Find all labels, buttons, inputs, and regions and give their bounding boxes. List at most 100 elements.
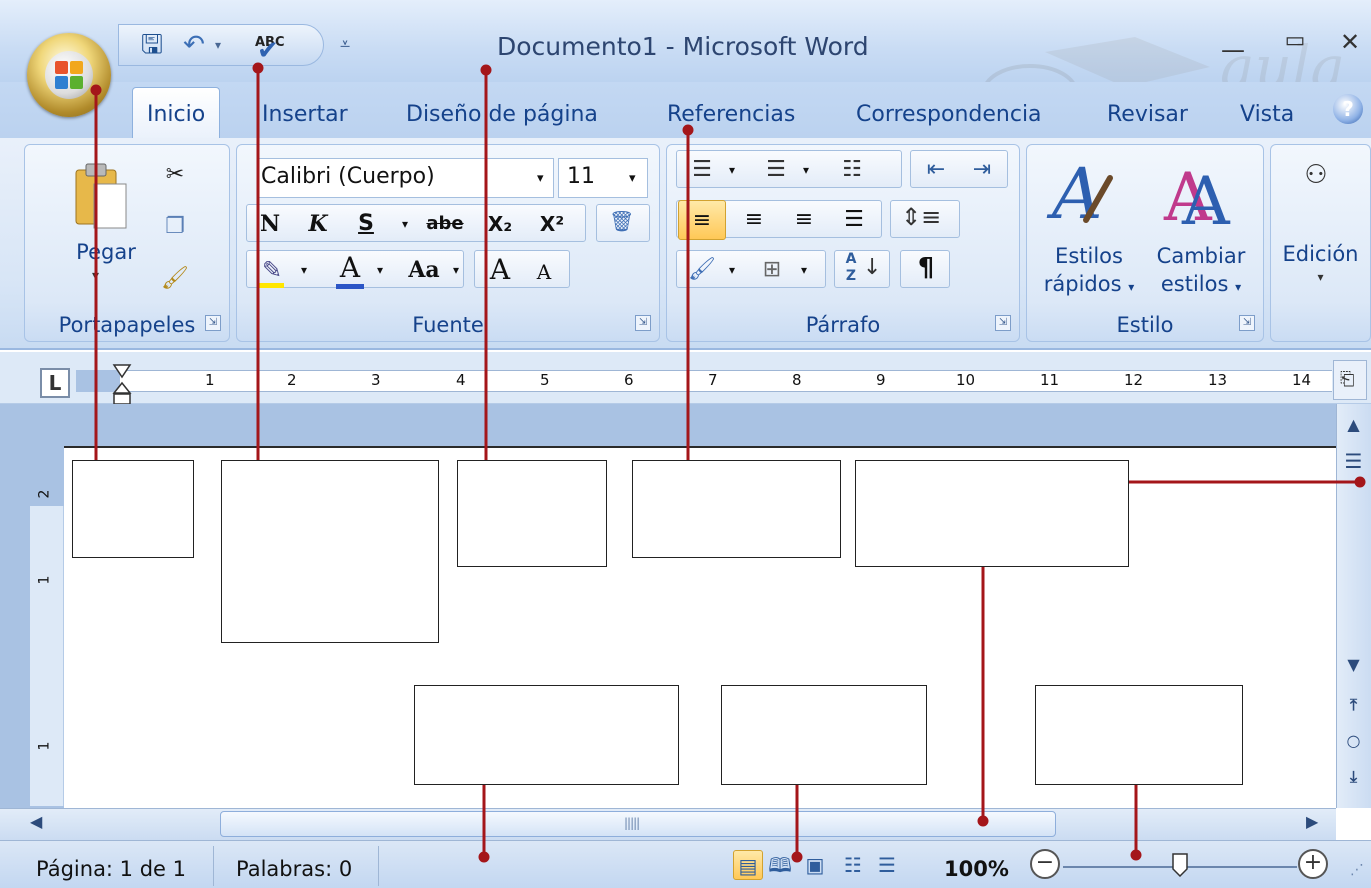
font-name-select[interactable]: Calibri (Cuerpo) ▾: [258, 158, 554, 198]
maximize-button[interactable]: ▭: [1280, 28, 1310, 53]
align-left-icon[interactable]: ≡: [678, 200, 726, 240]
print-layout-icon[interactable]: ▤: [733, 850, 763, 880]
tab-revisar[interactable]: Revisar: [1107, 102, 1188, 127]
format-painter-icon[interactable]: 🖌: [160, 266, 190, 291]
browse-object-icon[interactable]: ○: [1337, 726, 1370, 756]
status-page[interactable]: Página: 1 de 1: [36, 857, 186, 881]
paste-button[interactable]: [66, 156, 136, 236]
font-color-button[interactable]: A: [330, 248, 370, 289]
ruler-view-icon[interactable]: ☰: [1337, 446, 1370, 476]
customize-toolbar-icon[interactable]: ⩡: [340, 34, 350, 55]
increase-indent-icon[interactable]: ⇥: [960, 150, 1004, 190]
tab-insertar[interactable]: Insertar: [262, 102, 348, 127]
borders-icon[interactable]: ⊞: [750, 250, 794, 290]
zoom-in-icon[interactable]: +: [1298, 849, 1328, 879]
bullets-icon[interactable]: ☰: [680, 150, 724, 190]
tab-correspondencia[interactable]: Correspondencia: [856, 102, 1042, 127]
scroll-left-icon[interactable]: ◀: [30, 812, 42, 831]
find-binoculars-icon[interactable]: ⚇: [1296, 160, 1336, 190]
underline-button[interactable]: S: [346, 204, 386, 244]
tab-diseno-pagina[interactable]: Diseño de página: [406, 102, 598, 127]
paste-dropdown-icon[interactable]: ▾: [92, 268, 99, 284]
shading-dropdown-icon[interactable]: ▾: [724, 250, 740, 290]
clear-format-button[interactable]: 🗑: [596, 204, 650, 242]
styles-launcher-icon[interactable]: ⇲: [1239, 315, 1255, 331]
change-styles-label: Cambiar estilos ▾: [1148, 242, 1254, 301]
strikethrough-button[interactable]: abe: [420, 204, 470, 244]
font-color-dropdown-icon[interactable]: ▾: [372, 250, 388, 290]
scroll-up-icon[interactable]: ▲: [1337, 410, 1370, 440]
scroll-right-icon[interactable]: ▶: [1306, 812, 1318, 831]
title-bar: aula Clic 🖫 ↶ ▾ ABC ✔ ⩡ Documento1 - Mic…: [0, 0, 1371, 162]
line-spacing-button[interactable]: ⇕≡: [890, 200, 960, 238]
tab-inicio[interactable]: Inicio: [132, 87, 221, 139]
paragraph-launcher-icon[interactable]: ⇲: [995, 315, 1011, 331]
borders-dropdown-icon[interactable]: ▾: [796, 250, 812, 290]
underline-dropdown-icon[interactable]: ▾: [396, 204, 414, 244]
bullets-dropdown-icon[interactable]: ▾: [724, 150, 740, 190]
spelling-icon[interactable]: ABC ✔: [249, 30, 293, 66]
shrink-font-button[interactable]: A: [524, 252, 564, 292]
numbering-dropdown-icon[interactable]: ▾: [798, 150, 814, 190]
bold-button[interactable]: N: [250, 204, 290, 244]
numbering-icon[interactable]: ☰: [754, 150, 798, 190]
superscript-button[interactable]: X²: [528, 204, 576, 244]
resize-grip-icon[interactable]: ⋰: [1350, 862, 1364, 878]
multilevel-list-icon[interactable]: ☷: [826, 150, 878, 190]
help-icon[interactable]: ?: [1333, 94, 1363, 124]
zoom-slider-thumb[interactable]: [1172, 853, 1188, 877]
save-icon[interactable]: 🖫: [137, 30, 167, 60]
change-styles-icon: A A: [1163, 159, 1231, 240]
font-size-select[interactable]: 11 ▾: [558, 158, 648, 198]
minimize-button[interactable]: —: [1218, 36, 1248, 64]
copy-icon[interactable]: ❐: [160, 214, 190, 239]
quick-styles-button[interactable]: A: [1046, 150, 1116, 240]
change-case-button[interactable]: Aa: [398, 250, 450, 290]
close-button[interactable]: ✕: [1335, 28, 1365, 56]
highlight-dropdown-icon[interactable]: ▾: [296, 250, 312, 290]
change-styles-button[interactable]: A A: [1160, 150, 1240, 240]
sort-button[interactable]: A Z ↓: [834, 250, 890, 288]
scroll-down-icon[interactable]: ▼: [1337, 650, 1370, 680]
align-right-icon[interactable]: ≡: [780, 200, 828, 240]
ruler-track[interactable]: [76, 370, 1332, 392]
indent-marker[interactable]: [112, 363, 132, 407]
tab-selector[interactable]: L: [40, 368, 70, 398]
decrease-indent-icon[interactable]: ⇤: [914, 150, 958, 190]
ruler-number: 9: [876, 371, 886, 389]
font-launcher-icon[interactable]: ⇲: [635, 315, 651, 331]
undo-dropdown-icon[interactable]: ▾: [211, 30, 225, 60]
office-button[interactable]: [27, 33, 111, 117]
editing-dropdown-icon[interactable]: ▾: [1270, 270, 1371, 284]
full-screen-reading-icon[interactable]: 🕮: [765, 850, 795, 880]
status-words[interactable]: Palabras: 0: [236, 857, 352, 881]
next-page-icon[interactable]: ⤓: [1337, 762, 1370, 792]
grow-font-button[interactable]: A: [478, 250, 522, 290]
show-marks-button[interactable]: ¶: [900, 250, 950, 288]
draft-view-icon[interactable]: ☰: [872, 850, 902, 880]
zoom-out-icon[interactable]: −: [1030, 849, 1060, 879]
tab-vista[interactable]: Vista: [1240, 102, 1294, 127]
shading-icon[interactable]: 🖌: [680, 250, 724, 290]
zoom-level[interactable]: 100%: [944, 857, 1009, 881]
undo-icon[interactable]: ↶: [179, 30, 209, 60]
highlight-icon: ✎: [261, 256, 283, 284]
clear-format-icon: 🗑: [609, 209, 635, 233]
italic-button[interactable]: K: [298, 204, 338, 244]
clipboard-launcher-icon[interactable]: ⇲: [205, 315, 221, 331]
web-layout-icon[interactable]: ▣: [800, 850, 830, 880]
cut-icon[interactable]: ✂: [160, 162, 190, 187]
subscript-button[interactable]: X₂: [478, 204, 522, 244]
align-center-icon[interactable]: ≡: [730, 200, 778, 240]
editing-label[interactable]: Edición: [1270, 242, 1371, 266]
justify-icon[interactable]: ☰: [830, 200, 878, 240]
ruler-toggle-icon: ⎗: [1340, 369, 1355, 390]
previous-page-icon[interactable]: ⤒: [1337, 690, 1370, 720]
status-bar: [0, 840, 1371, 888]
tab-referencias[interactable]: Referencias: [667, 102, 795, 127]
change-case-dropdown-icon[interactable]: ▾: [450, 250, 462, 290]
view-ruler-button[interactable]: ⎗: [1333, 360, 1367, 400]
highlight-button[interactable]: ✎: [250, 250, 294, 290]
callout-box-status-bar: [414, 685, 679, 785]
outline-view-icon[interactable]: ☷: [838, 850, 868, 880]
